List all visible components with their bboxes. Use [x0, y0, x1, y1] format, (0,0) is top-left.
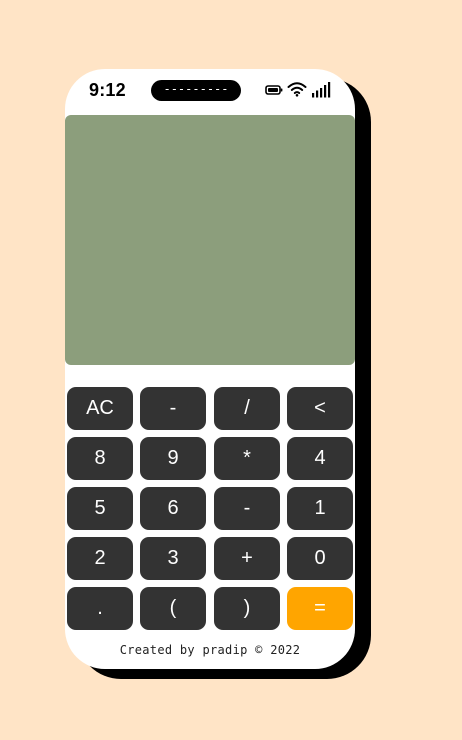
key-0[interactable]: 0	[287, 537, 353, 580]
key-ac[interactable]: AC	[67, 387, 133, 430]
battery-icon	[265, 85, 283, 95]
key-decimal[interactable]: .	[67, 587, 133, 630]
key-9[interactable]: 9	[140, 437, 206, 480]
footer-credit: Created by pradip © 2022	[119, 643, 301, 657]
key-8[interactable]: 8	[67, 437, 133, 480]
status-time: 9:12	[89, 80, 126, 100]
key-5[interactable]: 5	[67, 487, 133, 530]
key-6[interactable]: 6	[140, 487, 206, 530]
key-4[interactable]: 4	[287, 437, 353, 480]
key-backspace[interactable]: <	[287, 387, 353, 430]
key-minus[interactable]: -	[214, 487, 280, 530]
keypad: AC - / <8 9 * 4 5 6-1 2 3 +0.() =	[67, 387, 354, 631]
key-2[interactable]: 2	[67, 537, 133, 580]
key-3[interactable]: 3	[140, 537, 206, 580]
key-plus[interactable]: +	[214, 537, 280, 580]
signal-icon	[312, 82, 331, 98]
key-close-paren[interactable]: )	[214, 587, 280, 630]
key-equals[interactable]: =	[287, 587, 353, 630]
key-multiply[interactable]: *	[214, 437, 280, 480]
key-divide[interactable]: /	[214, 387, 280, 430]
status-icons	[265, 81, 333, 99]
key-1[interactable]: 1	[287, 487, 353, 530]
dynamic-island: ---------	[151, 80, 241, 101]
key-open-paren[interactable]: (	[140, 587, 206, 630]
calculator-display	[65, 115, 355, 365]
key-minus-top[interactable]: -	[140, 387, 206, 430]
wifi-icon	[287, 82, 307, 97]
status-bar: 9:12 ---------	[65, 69, 355, 113]
phone-frame: 9:12 --------- AC - / < 8 9 * 4 5 6 - 1 …	[65, 69, 355, 669]
